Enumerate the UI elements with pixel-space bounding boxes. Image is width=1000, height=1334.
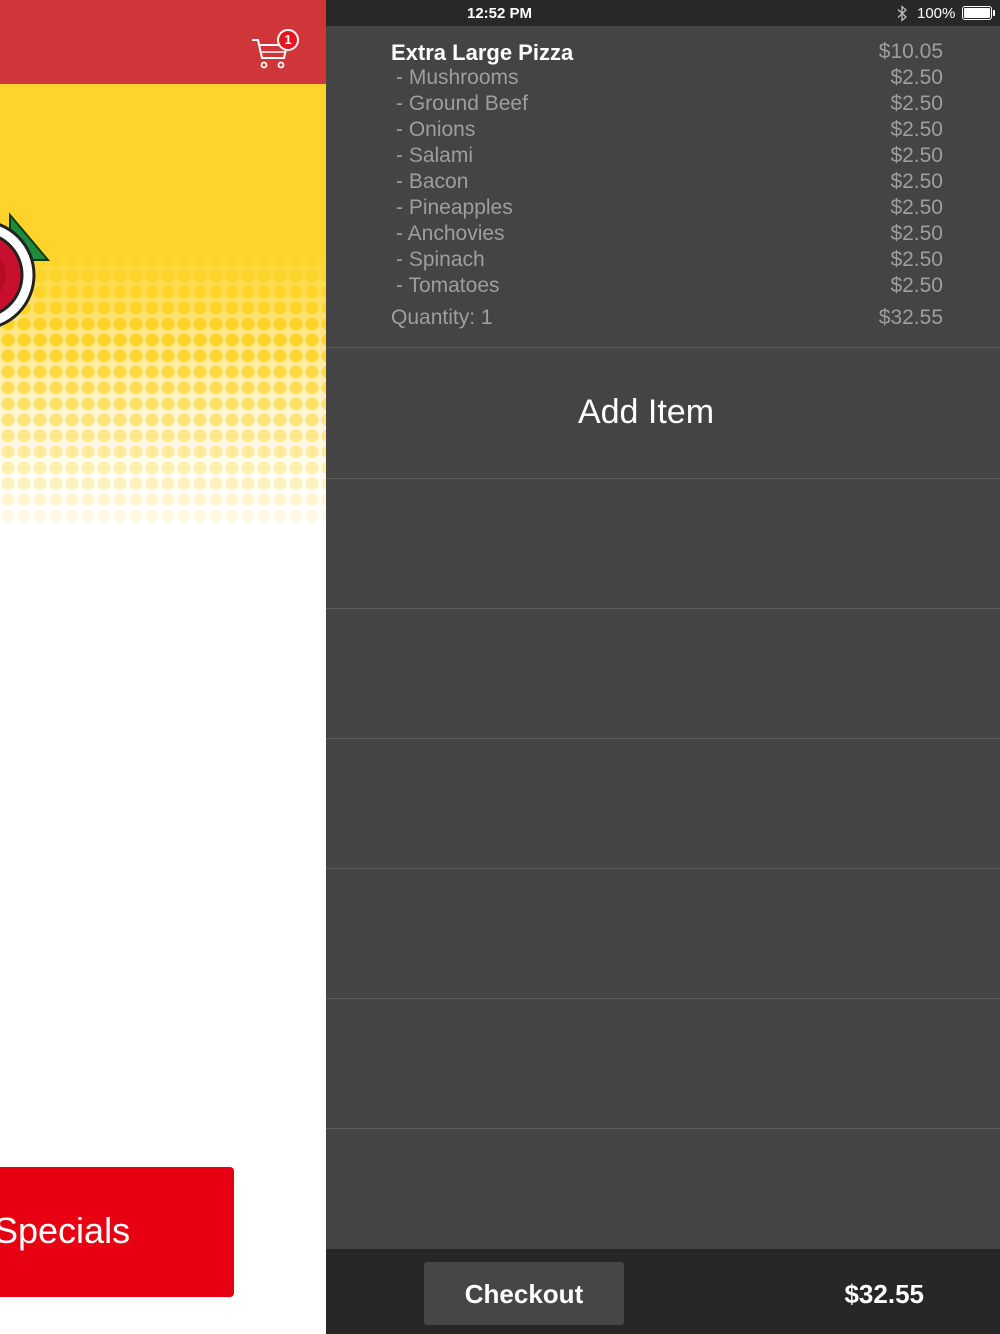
- topping-price: $2.50: [890, 170, 943, 193]
- topping-row: - Onions $2.50: [391, 118, 943, 144]
- topping-row: - Salami $2.50: [391, 144, 943, 170]
- item-base-price: $10.05: [878, 40, 943, 63]
- item-quantity: Quantity: 1: [391, 306, 493, 329]
- topping-price: $2.50: [890, 274, 943, 297]
- pizzeria-logo-icon: [0, 212, 50, 327]
- topping-row: - Pineapples $2.50: [391, 196, 943, 222]
- topping-row: - Anchovies $2.50: [391, 222, 943, 248]
- empty-cart-row: [326, 739, 1000, 869]
- cart-drawer: Extra Large Pizza $10.05 - Mushrooms $2.…: [326, 26, 1000, 1249]
- topping-label: - Ground Beef: [396, 92, 528, 115]
- cart-line-item[interactable]: Extra Large Pizza $10.05 - Mushrooms $2.…: [326, 26, 1000, 348]
- status-bar: 12:52 PM 100%: [326, 0, 1000, 26]
- add-item-label: Add Item: [577, 393, 715, 431]
- item-row: Extra Large Pizza $10.05: [391, 40, 943, 66]
- empty-cart-row: [326, 609, 1000, 739]
- topping-price: $2.50: [890, 222, 943, 245]
- item-name: Extra Large Pizza: [391, 40, 574, 65]
- topping-price: $2.50: [890, 196, 943, 219]
- topping-label: - Mushrooms: [396, 66, 519, 89]
- topping-price: $2.50: [890, 118, 943, 141]
- topping-row: - Mushrooms $2.50: [391, 66, 943, 92]
- topping-label: - Anchovies: [396, 222, 505, 245]
- bluetooth-icon: [897, 5, 907, 22]
- topping-row: - Ground Beef $2.50: [391, 92, 943, 118]
- status-time: 12:52 PM: [467, 5, 533, 22]
- topping-price: $2.50: [890, 144, 943, 167]
- topping-row: - Spinach $2.50: [391, 248, 943, 274]
- topping-label: - Bacon: [396, 170, 469, 193]
- topping-price: $2.50: [890, 92, 943, 115]
- empty-cart-row: [326, 479, 1000, 609]
- empty-cart-row: [326, 869, 1000, 999]
- cart-count-badge: 1: [277, 29, 299, 51]
- home-screen-panel: 1 Specials: [0, 0, 326, 1334]
- checkout-button[interactable]: Checkout: [424, 1262, 624, 1325]
- topping-row: - Bacon $2.50: [391, 170, 943, 196]
- add-item-button[interactable]: Add Item: [326, 349, 1000, 479]
- battery-full-icon: [962, 6, 992, 20]
- quantity-row: Quantity: 1 $32.55: [391, 306, 943, 332]
- topping-label: - Pineapples: [396, 196, 513, 219]
- battery-nub: [993, 10, 995, 16]
- topping-label: - Spinach: [396, 248, 485, 271]
- topping-price: $2.50: [890, 66, 943, 89]
- item-total-price: $32.55: [878, 306, 943, 329]
- cart-total: $32.55: [844, 1279, 924, 1309]
- specials-button-label: Specials: [0, 1210, 131, 1251]
- cart-footer: Checkout $32.55: [326, 1249, 1000, 1334]
- topping-row: - Tomatoes $2.50: [391, 274, 943, 300]
- topping-label: - Salami: [396, 144, 474, 167]
- battery-percent: 100%: [917, 5, 956, 22]
- topping-price: $2.50: [890, 248, 943, 271]
- checkout-button-label: Checkout: [464, 1279, 584, 1309]
- topping-label: - Tomatoes: [396, 274, 500, 297]
- empty-cart-row: [326, 999, 1000, 1129]
- topping-label: - Onions: [396, 118, 476, 141]
